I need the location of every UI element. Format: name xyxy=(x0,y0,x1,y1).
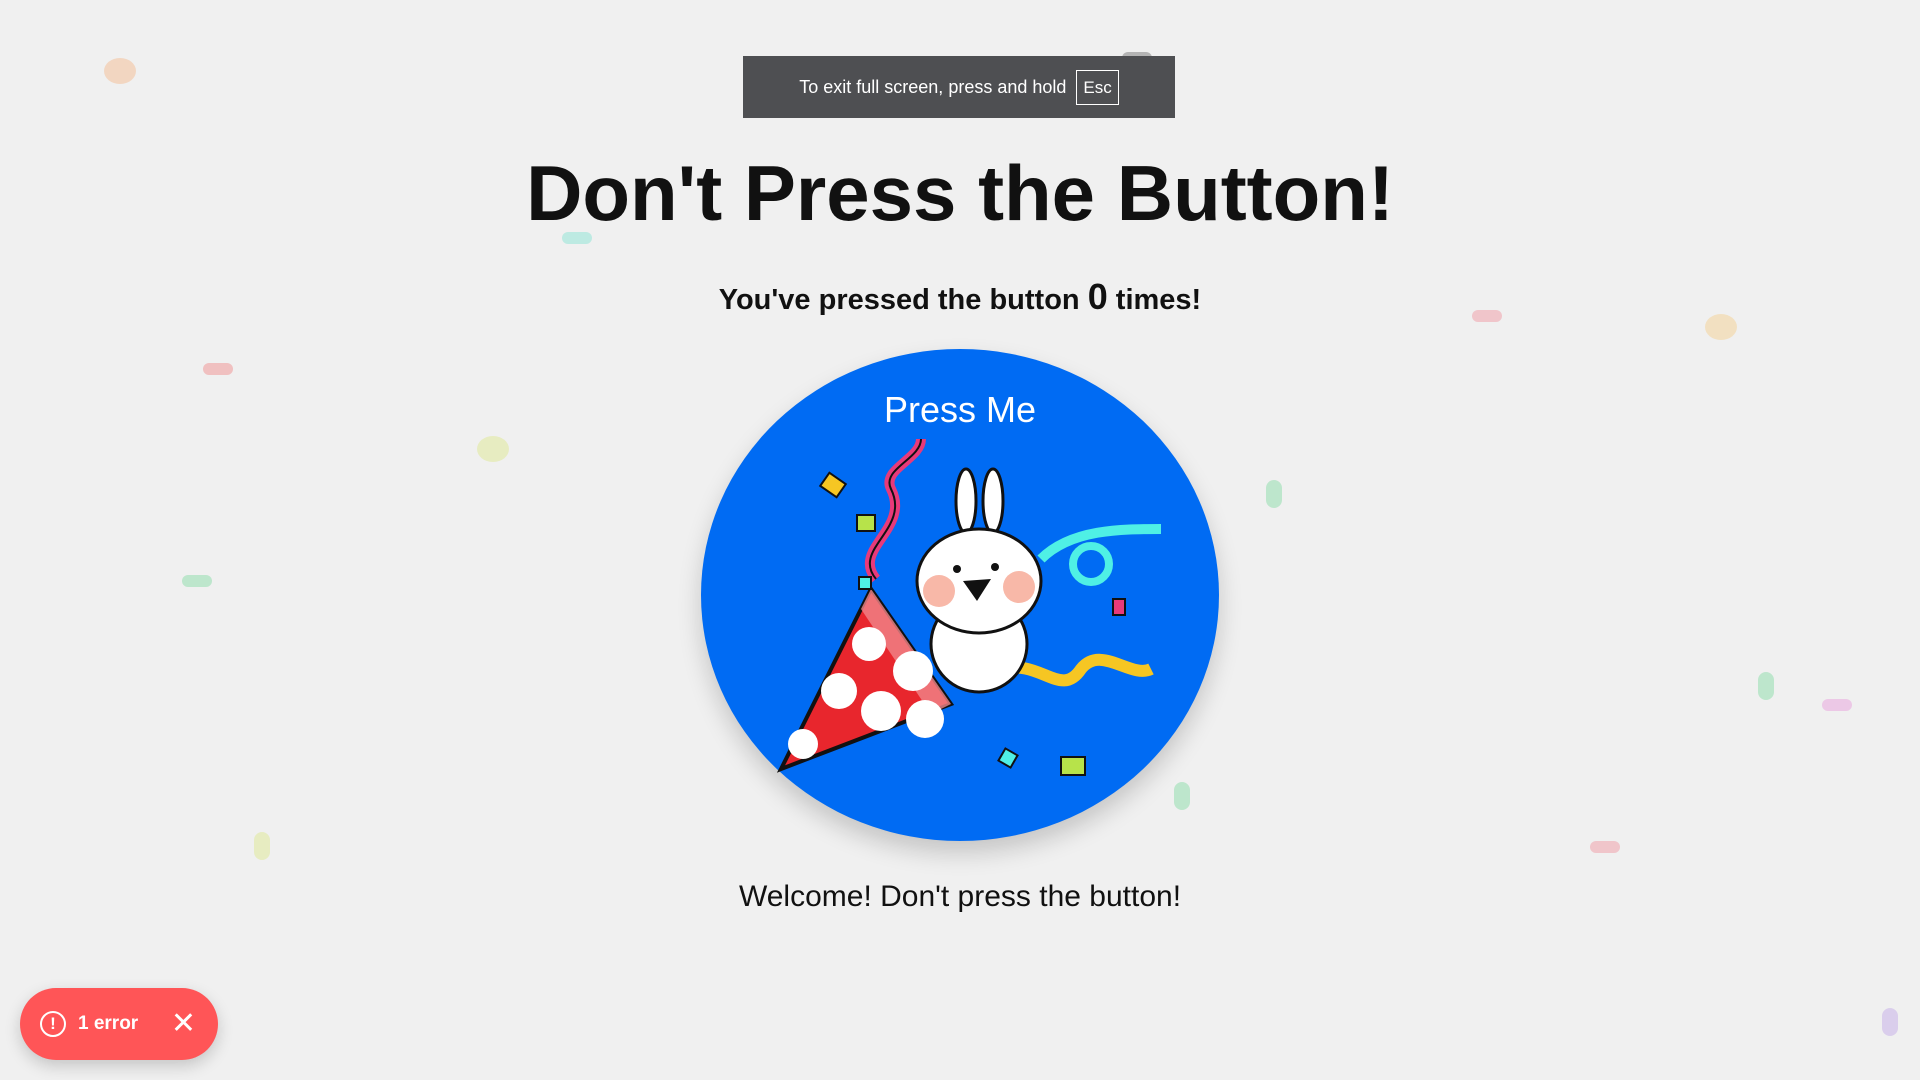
confetti xyxy=(254,832,270,860)
confetti xyxy=(1882,1008,1898,1036)
counter-value: 0 xyxy=(1087,276,1108,317)
counter-suffix: times! xyxy=(1115,284,1202,316)
confetti xyxy=(1822,699,1852,711)
confetti xyxy=(203,363,233,375)
confetti xyxy=(1758,672,1774,700)
confetti xyxy=(104,58,136,84)
press-counter: You've pressed the button 0 times! xyxy=(0,276,1920,318)
error-badge[interactable]: ! 1 error ✕ xyxy=(20,988,218,1060)
press-me-button[interactable]: Press Me xyxy=(701,349,1219,841)
press-me-label: Press Me xyxy=(883,389,1037,430)
counter-prefix: You've pressed the button xyxy=(718,284,1080,316)
confetti xyxy=(1266,480,1282,508)
close-icon[interactable]: ✕ xyxy=(171,1009,196,1039)
fullscreen-toast-text: To exit full screen, press and hold xyxy=(799,76,1067,97)
bunny-party-popper-icon xyxy=(776,438,1162,776)
exclamation-circle-icon: ! xyxy=(40,1011,66,1037)
error-count-label: 1 error xyxy=(78,1013,139,1034)
esc-key-badge: Esc xyxy=(1076,69,1119,105)
page-title: Don't Press the Button! xyxy=(526,149,1394,237)
confetti xyxy=(182,575,212,587)
page: To exit full screen, press and hold Esc … xyxy=(0,0,1920,1080)
confetti xyxy=(477,436,509,462)
confetti xyxy=(1590,841,1620,853)
status-message: Welcome! Don't press the button! xyxy=(738,880,1182,913)
fullscreen-exit-toast: To exit full screen, press and hold Esc xyxy=(743,56,1175,118)
